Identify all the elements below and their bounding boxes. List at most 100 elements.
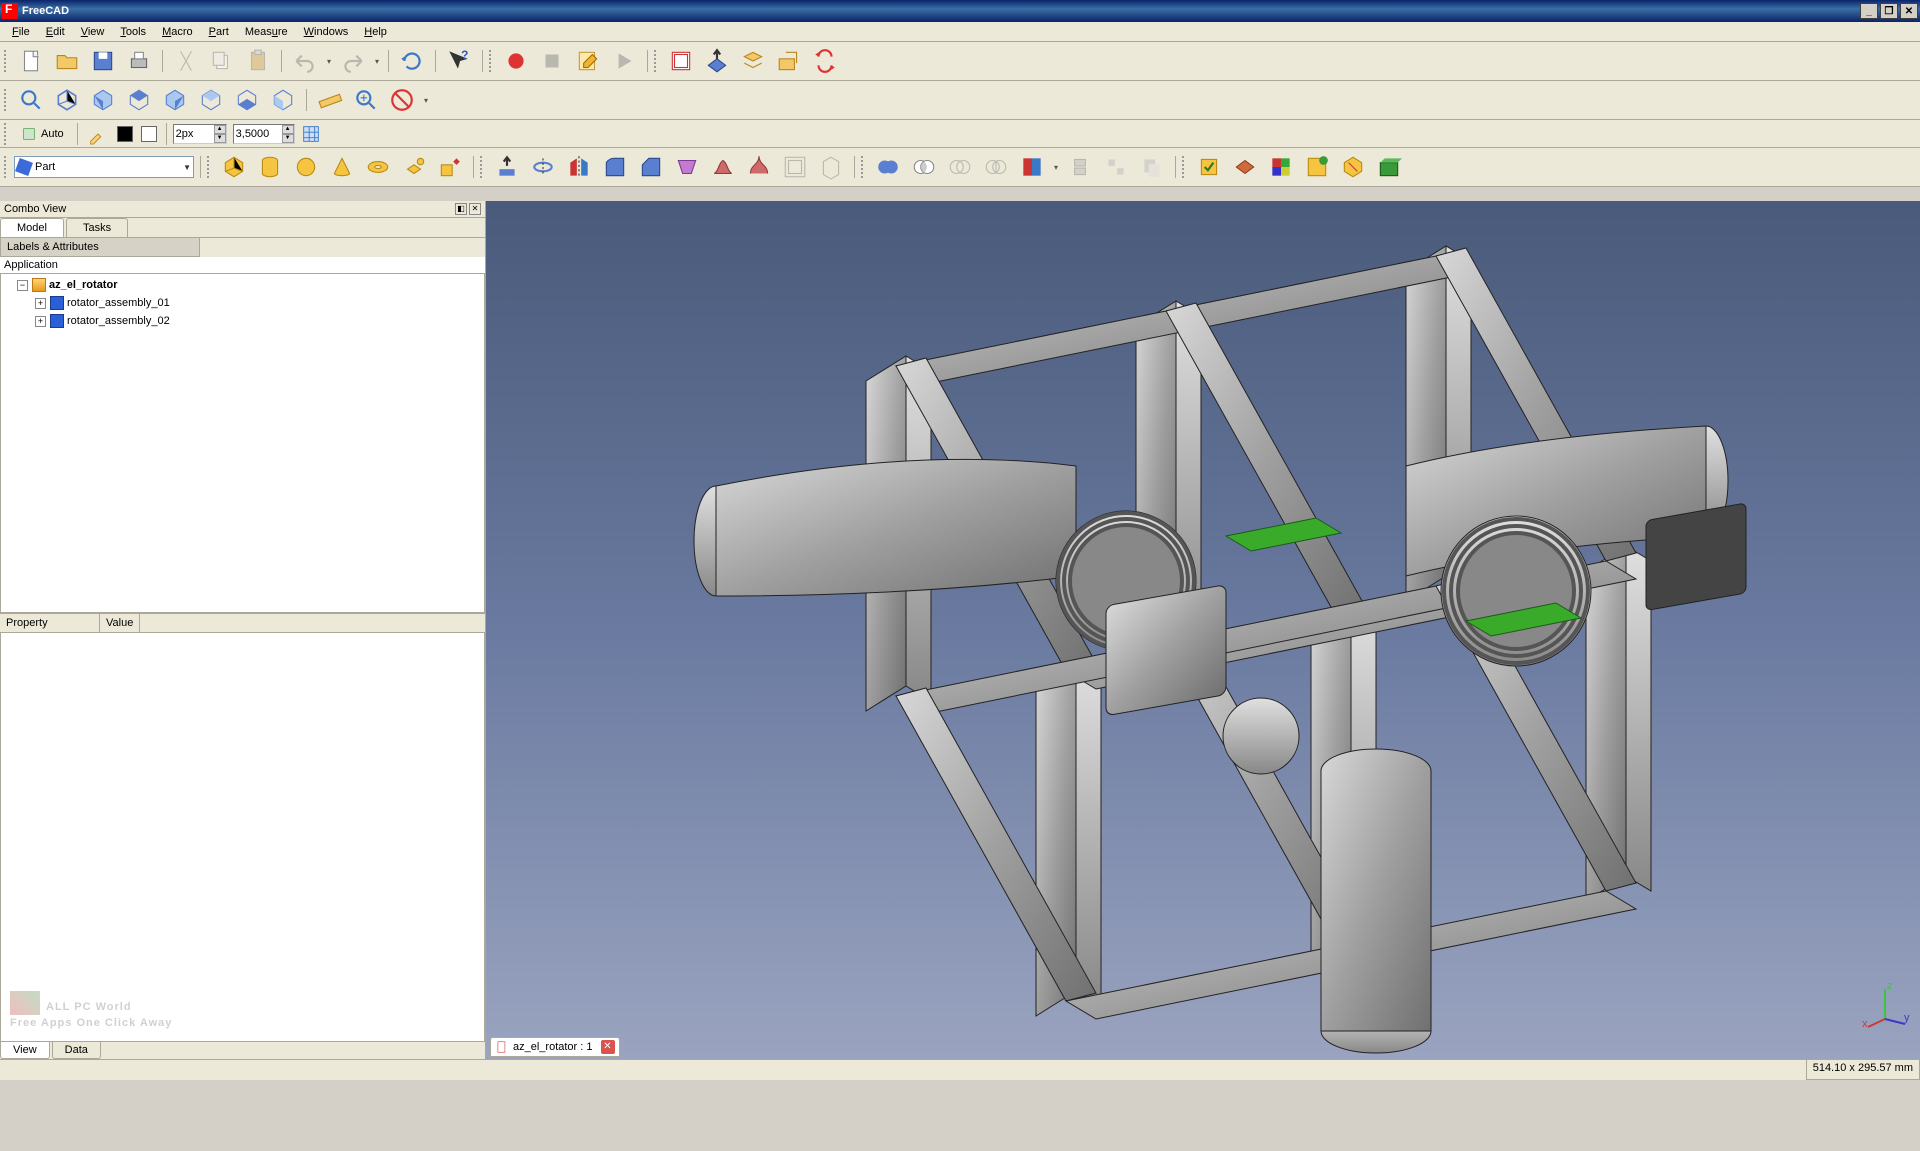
- macro-record-button[interactable]: [499, 44, 533, 78]
- zoom-fit-button[interactable]: [14, 83, 48, 117]
- paste-button[interactable]: [241, 44, 275, 78]
- menu-edit[interactable]: Edit: [38, 24, 73, 40]
- reorient-button[interactable]: [1336, 150, 1370, 184]
- tab-data[interactable]: Data: [52, 1042, 101, 1059]
- view-front-button[interactable]: [86, 83, 120, 117]
- close-button[interactable]: ✕: [1900, 3, 1918, 19]
- toolbar-grip[interactable]: [4, 89, 10, 111]
- workbench-selector[interactable]: Part ▼: [14, 156, 194, 178]
- ruled-surface-button[interactable]: [670, 150, 704, 184]
- menu-tools[interactable]: Tools: [112, 24, 154, 40]
- toolbar-grip[interactable]: [4, 156, 10, 178]
- print-button[interactable]: [122, 44, 156, 78]
- value-col-header[interactable]: Value: [100, 614, 140, 632]
- explode-compound-button[interactable]: [1099, 150, 1133, 184]
- menu-macro[interactable]: Macro: [154, 24, 201, 40]
- tab-model[interactable]: Model: [0, 218, 64, 237]
- compound-button[interactable]: [1063, 150, 1097, 184]
- save-button[interactable]: [86, 44, 120, 78]
- menu-help[interactable]: Help: [356, 24, 395, 40]
- fillet-button[interactable]: [598, 150, 632, 184]
- background-color-swatch[interactable]: [138, 120, 160, 148]
- view-bottom-button[interactable]: [230, 83, 264, 117]
- grid-snap-button[interactable]: [297, 120, 325, 148]
- appearance-button[interactable]: [1015, 150, 1049, 184]
- set-color-button[interactable]: [1264, 150, 1298, 184]
- primitive-cone-button[interactable]: [325, 150, 359, 184]
- new-document-button[interactable]: [14, 44, 48, 78]
- view-rear-button[interactable]: [194, 83, 228, 117]
- thickness-button[interactable]: [814, 150, 848, 184]
- property-grid[interactable]: [0, 633, 485, 1042]
- brush-value-input[interactable]: [234, 125, 282, 143]
- open-button[interactable]: [50, 44, 84, 78]
- primitive-cube-button[interactable]: [217, 150, 251, 184]
- view-iso-button[interactable]: [50, 83, 84, 117]
- sweep-button[interactable]: [742, 150, 776, 184]
- expand-toggle[interactable]: +: [35, 316, 46, 327]
- toolbar-grip[interactable]: [861, 156, 867, 178]
- cut-button[interactable]: [169, 44, 203, 78]
- macro-play-button[interactable]: [607, 44, 641, 78]
- tree-root-node[interactable]: − az_el_rotator: [3, 276, 482, 294]
- redo-button[interactable]: [336, 44, 370, 78]
- mirror-button[interactable]: [562, 150, 596, 184]
- primitive-cylinder-button[interactable]: [253, 150, 287, 184]
- check-geometry-button[interactable]: [1192, 150, 1226, 184]
- view-top-button[interactable]: [122, 83, 156, 117]
- extrude-button[interactable]: [700, 44, 734, 78]
- toolbar-grip[interactable]: [480, 156, 486, 178]
- labels-attributes-header[interactable]: Labels & Attributes: [0, 238, 200, 257]
- brush-value-spinner[interactable]: ▲▼: [233, 124, 295, 144]
- line-width-input[interactable]: [174, 125, 214, 143]
- 3d-viewport[interactable]: z x y az_el_rotator : 1 ✕: [486, 201, 1920, 1059]
- extrude-button[interactable]: [490, 150, 524, 184]
- view-left-button[interactable]: [266, 83, 300, 117]
- toolbar-grip[interactable]: [4, 50, 10, 72]
- copy-button[interactable]: [205, 44, 239, 78]
- macro-edit-button[interactable]: [571, 44, 605, 78]
- boolean-cut-button[interactable]: [907, 150, 941, 184]
- toolbar-grip[interactable]: [207, 156, 213, 178]
- foreground-color-swatch[interactable]: [114, 120, 136, 148]
- view-plane-button[interactable]: [772, 44, 806, 78]
- boolean-union-button[interactable]: [871, 150, 905, 184]
- menu-measure[interactable]: Measure: [237, 24, 296, 40]
- toolbar-grip[interactable]: [4, 123, 10, 145]
- redo-history-dropdown[interactable]: [372, 57, 382, 66]
- auto-mode-button[interactable]: Auto: [14, 123, 71, 145]
- tab-view[interactable]: View: [0, 1042, 50, 1059]
- sync-button[interactable]: [808, 44, 842, 78]
- tab-tasks[interactable]: Tasks: [66, 218, 128, 237]
- boolean-section-button[interactable]: [979, 150, 1013, 184]
- toolbar-grip[interactable]: [654, 50, 660, 72]
- expand-toggle[interactable]: +: [35, 298, 46, 309]
- menu-file[interactable]: File: [4, 24, 38, 40]
- layers-button[interactable]: [736, 44, 770, 78]
- view-right-button[interactable]: [158, 83, 192, 117]
- shape-builder-button[interactable]: [433, 150, 467, 184]
- part-design-button[interactable]: [1300, 150, 1334, 184]
- undo-button[interactable]: [288, 44, 322, 78]
- tree-item[interactable]: + rotator_assembly_01: [3, 294, 482, 312]
- model-tree[interactable]: − az_el_rotator + rotator_assembly_01 + …: [0, 273, 485, 613]
- cross-sections-button[interactable]: [1228, 150, 1262, 184]
- document-tab[interactable]: az_el_rotator : 1 ✕: [490, 1037, 620, 1057]
- macro-stop-button[interactable]: [535, 44, 569, 78]
- panel-close-button[interactable]: ✕: [469, 203, 481, 215]
- close-tab-button[interactable]: ✕: [601, 1040, 615, 1054]
- menu-windows[interactable]: Windows: [296, 24, 357, 40]
- whats-this-button[interactable]: ?: [442, 44, 476, 78]
- menu-view[interactable]: View: [73, 24, 113, 40]
- toolbar-grip[interactable]: [489, 50, 495, 72]
- primitive-sphere-button[interactable]: [289, 150, 323, 184]
- boolean-common-button[interactable]: [943, 150, 977, 184]
- chamfer-button[interactable]: [634, 150, 668, 184]
- undo-history-dropdown[interactable]: [324, 57, 334, 66]
- convert-to-solid-button[interactable]: [1372, 150, 1406, 184]
- eyedropper-button[interactable]: [84, 120, 112, 148]
- shape-copy-button[interactable]: [1135, 150, 1169, 184]
- measure-distance-button[interactable]: [313, 83, 347, 117]
- primitive-torus-button[interactable]: [361, 150, 395, 184]
- loft-button[interactable]: [706, 150, 740, 184]
